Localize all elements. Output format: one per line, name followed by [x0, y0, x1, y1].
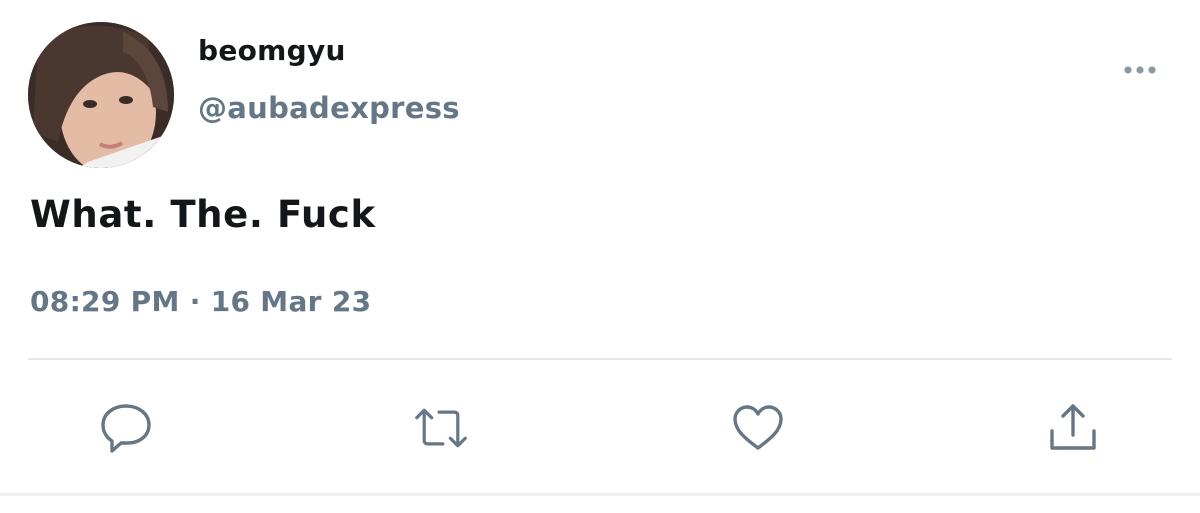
user-handle[interactable]: @aubadexpress [198, 91, 460, 125]
more-options-icon [1124, 66, 1156, 74]
tweet-text: What. The. Fuck [30, 193, 376, 236]
retweet-button[interactable] [413, 400, 469, 456]
share-button[interactable] [1045, 400, 1101, 456]
tweet-timestamp[interactable]: 08:29 PM · 16 Mar 23 [30, 285, 371, 318]
display-name[interactable]: beomgyu [198, 34, 346, 67]
divider [28, 358, 1172, 360]
avatar-photo [28, 22, 174, 168]
reply-icon [101, 404, 151, 453]
bottom-divider [0, 493, 1200, 496]
reply-button[interactable] [98, 400, 154, 456]
avatar[interactable] [28, 22, 174, 168]
heart-icon [733, 405, 783, 450]
retweet-icon [415, 408, 467, 448]
like-button[interactable] [730, 400, 786, 456]
more-options-button[interactable] [1120, 58, 1160, 82]
share-icon [1050, 404, 1096, 450]
